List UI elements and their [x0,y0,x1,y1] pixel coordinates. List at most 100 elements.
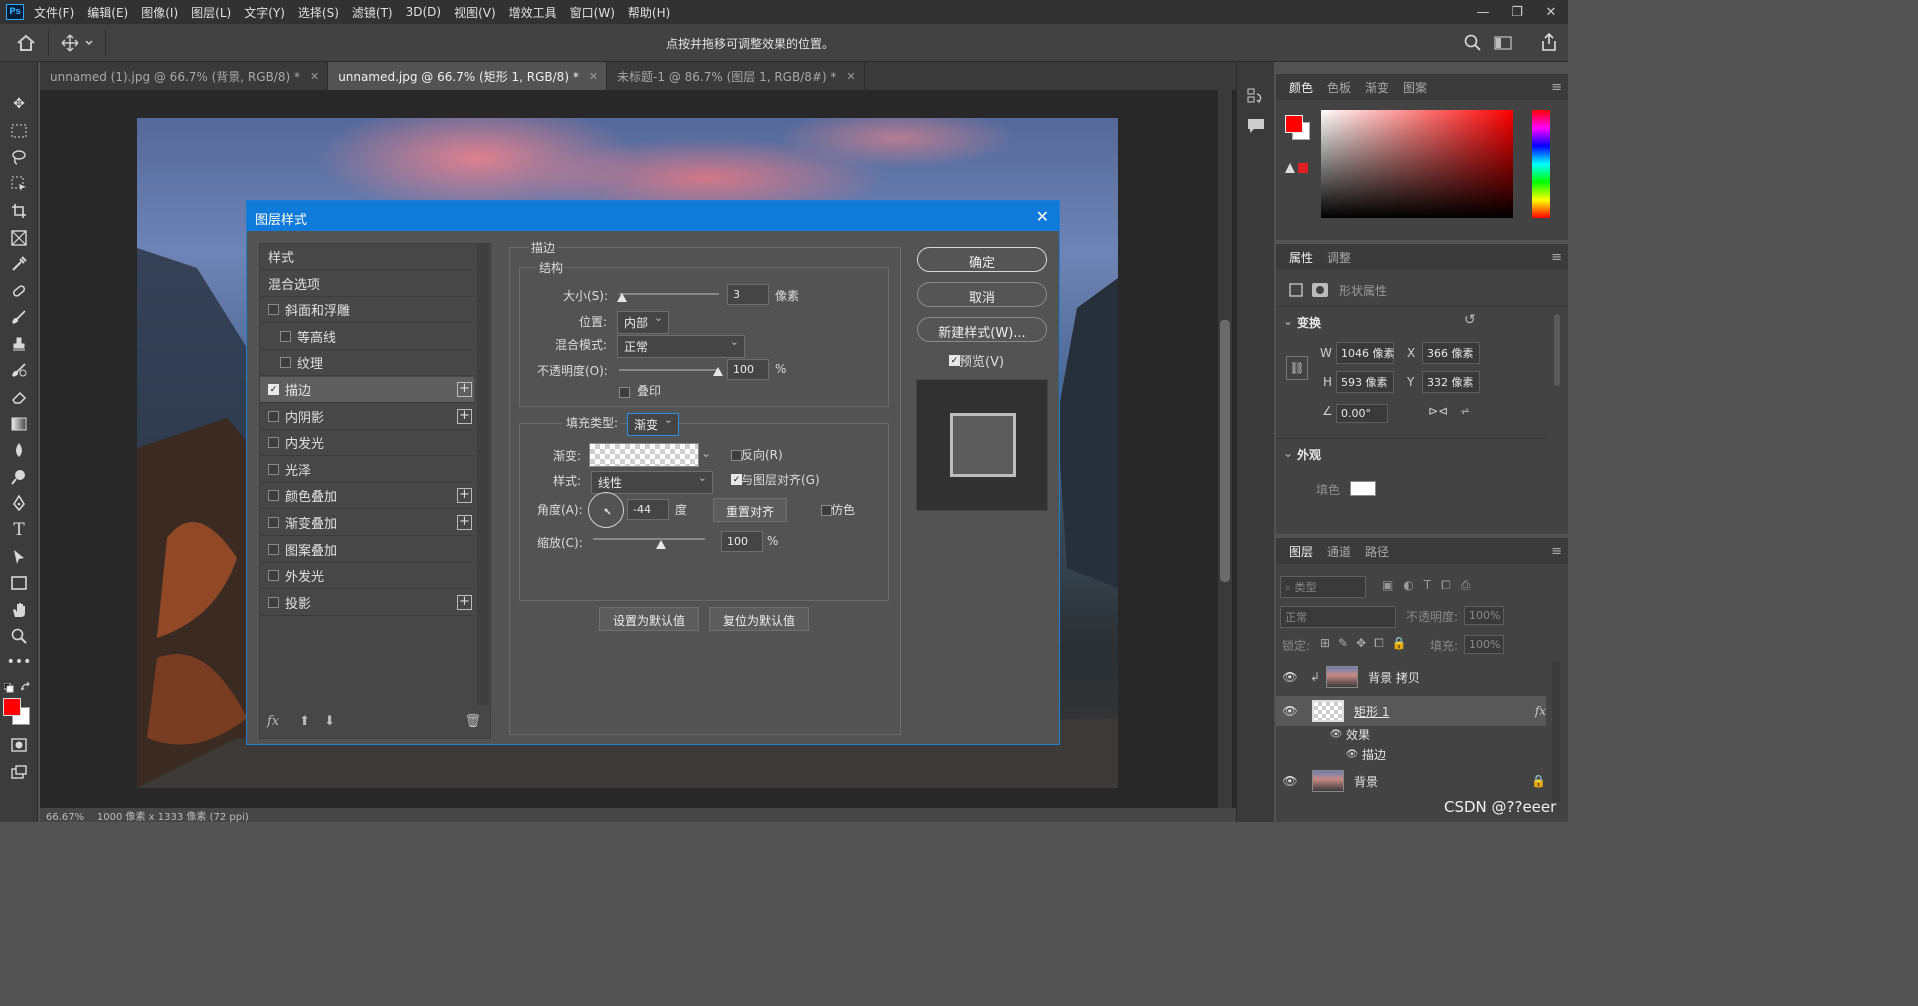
style-item[interactable]: 内阴影 + [260,404,474,430]
appearance-header[interactable]: 外观 [1297,446,1321,463]
size-slider-track[interactable] [619,293,719,295]
crop-icon[interactable] [8,201,30,221]
reset-icon[interactable]: ↺ [1464,312,1476,328]
type-icon[interactable]: T [8,520,30,540]
dialog-title-bar[interactable]: 图层样式 [247,201,1059,231]
visibility-eye-icon[interactable]: 👁 [1280,704,1300,718]
move-down-icon[interactable]: ⬇ [324,714,335,729]
frame-icon[interactable] [8,228,30,248]
close-window-button[interactable]: ✕ [1534,0,1568,24]
menu-view[interactable]: 视图(V) [454,4,496,21]
swap-colors-icon[interactable] [19,681,32,696]
close-icon[interactable]: ✕ [1036,207,1049,226]
layer-row[interactable]: 👁 ↲ 背景 拷贝 [1276,662,1546,692]
fg-swatch[interactable] [1285,115,1303,133]
flip-vertical-icon[interactable]: ⩫ [1460,404,1470,418]
angle-field[interactable]: -44 [627,499,669,520]
style-item[interactable]: 样式 [260,244,474,270]
fill-type-select[interactable]: 渐变 [627,413,679,436]
scale-slider-track[interactable] [593,538,705,540]
lock-icons[interactable]: ⊞✎✥⧠🔒 [1320,636,1415,651]
size-slider-knob[interactable] [617,293,627,302]
brush-icon[interactable] [8,307,30,327]
move-up-icon[interactable]: ⬆ [299,714,310,729]
more-tools-icon[interactable]: ••• [7,652,32,672]
style-item[interactable]: 斜面和浮雕 [260,297,474,324]
tab-adjustments[interactable]: 调整 [1327,249,1351,266]
tab-swatches[interactable]: 色板 [1327,79,1351,96]
reset-alignment-button[interactable]: 重置对齐 [713,498,787,522]
menu-image[interactable]: 图像(I) [141,4,178,21]
link-icon[interactable]: ⛓ [1286,356,1308,380]
size-field[interactable]: 3 [727,284,769,305]
y-field[interactable]: 332 像素 [1422,371,1480,393]
layer-filter-select[interactable]: ⌕ 类型 [1280,576,1366,598]
ok-button[interactable]: 确定 [917,247,1047,272]
tab-color[interactable]: 颜色 [1289,79,1313,96]
style-checkbox[interactable] [268,490,279,502]
fx-badge[interactable]: fx [1535,704,1546,718]
scrollbar-thumb[interactable] [1220,320,1230,582]
search-icon[interactable] [1464,34,1482,55]
style-checkbox[interactable] [268,410,279,422]
style-checkbox[interactable] [280,330,291,342]
gradient-dropdown-icon[interactable]: ⌄ [701,446,711,460]
position-select[interactable]: 内部 [617,311,669,334]
layer-name[interactable]: 背景 [1354,773,1378,790]
panel-menu-icon[interactable]: ≡ [1551,80,1562,95]
style-item[interactable]: 颜色叠加 + [260,483,474,510]
gradient-picker[interactable] [589,443,699,467]
healing-brush-icon[interactable] [8,281,30,301]
eyedropper-icon[interactable] [8,254,30,274]
tab-layers[interactable]: 图层 [1289,543,1313,560]
blur-icon[interactable] [8,440,30,460]
style-checkbox[interactable] [268,596,279,608]
style-checkbox[interactable] [268,437,279,449]
zoom-icon[interactable] [8,626,30,646]
hand-icon[interactable] [8,600,30,620]
new-style-button[interactable]: 新建样式(W)... [917,317,1047,342]
menu-file[interactable]: 文件(F) [34,4,74,21]
tab-untitled-1[interactable]: 未标题-1 @ 86.7% (图层 1, RGB/8#) * ✕ [607,62,865,90]
add-effect-icon[interactable]: + [457,382,472,397]
tab-properties[interactable]: 属性 [1289,249,1313,266]
opacity-field[interactable]: 100 [727,359,769,380]
minimize-button[interactable]: — [1466,0,1500,24]
layer-row-selected[interactable]: 👁 矩形 1 fx [1276,696,1546,726]
flip-horizontal-icon[interactable]: ⊳⊲ [1428,404,1448,418]
tab-gradients[interactable]: 渐变 [1365,79,1389,96]
menu-edit[interactable]: 编辑(E) [87,4,128,21]
style-list-scrollbar[interactable] [477,243,489,705]
scale-slider-knob[interactable] [656,540,666,549]
quick-mask-icon[interactable] [8,735,30,755]
object-select-icon[interactable] [8,174,30,194]
menu-help[interactable]: 帮助(H) [628,4,670,21]
lasso-icon[interactable] [8,147,30,167]
zoom-level[interactable]: 66.67% [46,812,84,822]
style-checkbox[interactable] [268,543,279,555]
screen-mode-icon[interactable] [8,762,30,782]
restore-button[interactable]: ❐ [1500,0,1534,24]
fill-swatch[interactable] [1350,481,1376,496]
gradient-icon[interactable] [8,414,30,434]
pen-icon[interactable] [8,493,30,513]
visibility-eye-icon[interactable]: 👁 [1280,774,1300,788]
cancel-button[interactable]: 取消 [917,282,1047,307]
width-field[interactable]: 1046 像素 [1336,342,1395,364]
tab-unnamed[interactable]: unnamed.jpg @ 66.7% (矩形 1, RGB/8) * ✕ [328,62,608,90]
add-effect-icon[interactable]: + [457,594,472,610]
hue-slider[interactable] [1532,110,1550,218]
fill-field[interactable]: 100% [1464,635,1504,654]
style-item[interactable]: 等高线 [260,324,474,350]
visibility-eye-icon[interactable]: 👁 [1280,670,1300,684]
menu-filter[interactable]: 滤镜(T) [352,4,393,21]
tab-patterns[interactable]: 图案 [1403,79,1427,96]
style-checkbox[interactable]: ✓ [268,384,279,395]
layers-scrollbar[interactable] [1552,662,1560,802]
default-colors-icon[interactable] [3,682,14,696]
eraser-icon[interactable] [8,387,30,407]
history-icon[interactable] [1247,88,1265,111]
marquee-icon[interactable] [8,121,30,141]
reset-default-button[interactable]: 复位为默认值 [709,607,809,631]
fx-menu-button[interactable]: fx [267,714,279,729]
